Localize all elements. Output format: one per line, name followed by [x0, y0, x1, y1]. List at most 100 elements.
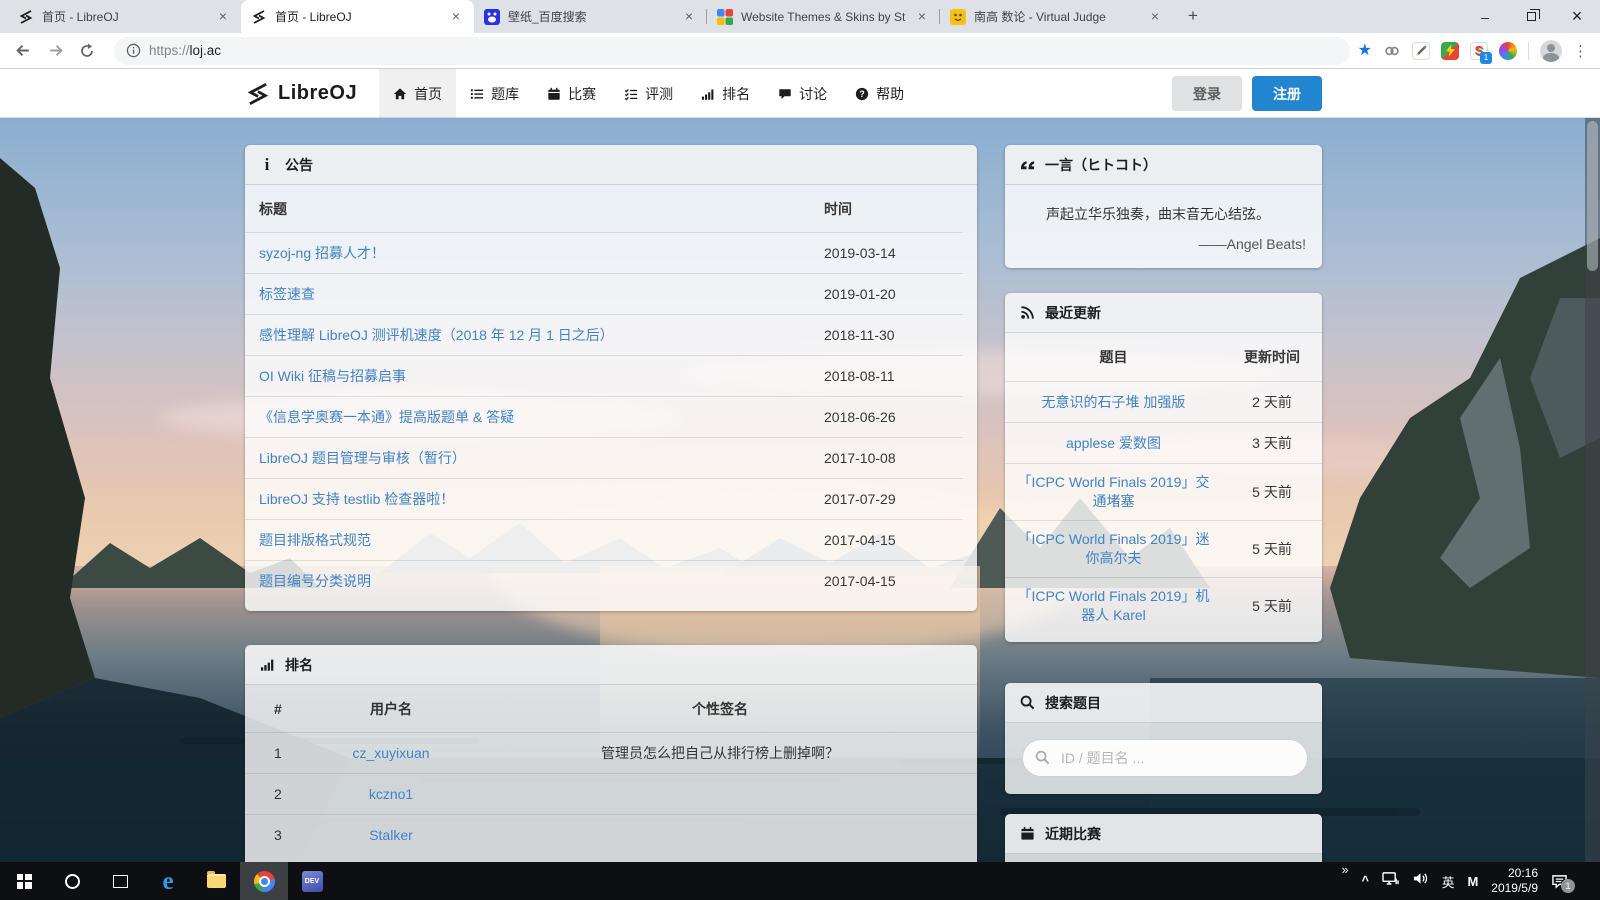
announcement-link[interactable]: LibreOJ 支持 testlib 检查器啦！	[245, 489, 824, 509]
announcement-link[interactable]: 《信息学奥赛一本通》提高版题单 & 答疑	[245, 407, 824, 427]
search-input-icon	[1035, 750, 1050, 768]
problem-link[interactable]: 「ICPC World Finals 2019」交通堵塞	[1005, 473, 1222, 511]
tab-close-icon[interactable]: ×	[448, 9, 464, 25]
tab-baidu[interactable]: 壁纸_百度搜索 ×	[474, 0, 707, 33]
nav-item-contests[interactable]: 比赛	[533, 69, 610, 118]
extension-lightning-icon[interactable]	[1441, 42, 1459, 60]
tab-libreoj-2-active[interactable]: 首页 - LibreOJ ×	[241, 0, 474, 33]
nav-item-judge[interactable]: 评测	[610, 69, 687, 118]
nav-label: 帮助	[876, 84, 904, 104]
hitokoto-panel: 一言（ヒトコト） 声起立华乐独奏，曲末音无心结弦。 ——Angel Beats!	[1005, 145, 1322, 268]
nav-item-ranking[interactable]: 排名	[687, 69, 764, 118]
tab-close-icon[interactable]: ×	[681, 9, 697, 25]
nav-item-problems[interactable]: 题库	[456, 69, 533, 118]
extension-stylish-icon[interactable]: S 1	[1470, 42, 1488, 60]
page-scrollbar[interactable]	[1585, 118, 1600, 862]
announcement-link[interactable]: syzoj-ng 招募人才！	[245, 243, 824, 263]
taskbar-clock[interactable]: 20:16 2019/5/9	[1491, 866, 1538, 896]
recent-row: 「ICPC World Finals 2019」交通堵塞 5 天前	[1005, 463, 1322, 520]
username-link[interactable]: kczno1	[319, 786, 463, 802]
reload-button[interactable]	[74, 38, 100, 64]
register-button[interactable]: 注册	[1252, 76, 1322, 111]
login-button[interactable]: 登录	[1172, 76, 1242, 111]
windows-taskbar: e DEV » ^ 英 M 20:16 2019/5/9 1	[0, 862, 1600, 900]
minimize-button[interactable]: –	[1462, 0, 1508, 33]
restore-button[interactable]	[1508, 0, 1554, 33]
tab-stylish[interactable]: Website Themes & Skins by St ×	[707, 0, 940, 33]
bookmark-star-icon[interactable]: ★	[1358, 43, 1372, 59]
edge-icon: e	[162, 869, 173, 894]
announcement-link[interactable]: OI Wiki 征稿与招募启事	[245, 366, 824, 386]
update-time: 5 天前	[1222, 596, 1322, 616]
ime-language-indicator[interactable]: 英	[1442, 872, 1455, 891]
problem-link[interactable]: 「ICPC World Finals 2019」机器人 Karel	[1005, 587, 1222, 625]
ime-mode-indicator[interactable]: M	[1467, 874, 1478, 889]
recent-row: 无意识的石子堆 加强版 2 天前	[1005, 381, 1322, 422]
libreoj-favicon	[18, 9, 34, 25]
cortana-search-button[interactable]	[48, 862, 96, 900]
nav-item-home[interactable]: 首页	[379, 69, 456, 118]
network-icon[interactable]	[1382, 871, 1399, 891]
search-body	[1005, 723, 1322, 794]
nav-item-discuss[interactable]: 讨论	[764, 69, 841, 118]
column-problem: 题目	[1005, 348, 1222, 367]
tab-libreoj-1[interactable]: 首页 - LibreOJ ×	[8, 0, 241, 33]
windows-logo-icon	[17, 874, 32, 889]
problem-search-input[interactable]	[1022, 739, 1308, 777]
devcpp-taskbar-button[interactable]: DEV	[288, 862, 336, 900]
announcement-row: 题目编号分类说明 2017-04-15	[245, 560, 963, 601]
show-hidden-icons[interactable]: ^	[1362, 874, 1369, 888]
announcements-body: 标题 时间 syzoj-ng 招募人才！ 2019-03-14 标签速查 201…	[245, 185, 977, 611]
chrome-menu-icon[interactable]: ⋮	[1573, 42, 1588, 60]
announcement-link[interactable]: 题目排版格式规范	[245, 530, 824, 550]
extension-pen-icon[interactable]	[1412, 42, 1430, 60]
tab-vjudge[interactable]: 南高 数论 - Virtual Judge ×	[940, 0, 1173, 33]
extension-onetab-icon[interactable]	[1383, 42, 1401, 60]
start-button[interactable]	[0, 862, 48, 900]
announcement-row: 标签速查 2019-01-20	[245, 273, 963, 314]
new-tab-button[interactable]: +	[1179, 3, 1207, 31]
extension-pinwheel-icon[interactable]	[1499, 42, 1517, 60]
libreoj-logo[interactable]: LibreOJ	[245, 81, 357, 107]
problem-link[interactable]: 无意识的石子堆 加强版	[1005, 393, 1222, 412]
action-center-button[interactable]: 1	[1551, 874, 1568, 889]
announcement-time: 2019-01-20	[824, 286, 963, 302]
nav-item-help[interactable]: ? 帮助	[841, 69, 918, 118]
tab-close-icon[interactable]: ×	[215, 9, 231, 25]
scrollbar-thumb[interactable]	[1587, 121, 1598, 271]
announcement-link[interactable]: 感性理解 LibreOJ 测评机速度（2018 年 12 月 1 日之后）	[245, 325, 824, 345]
volume-icon[interactable]	[1412, 871, 1429, 891]
task-view-button[interactable]	[96, 862, 144, 900]
announcement-row: 题目排版格式规范 2017-04-15	[245, 519, 963, 560]
tab-title: 首页 - LibreOJ	[42, 8, 207, 25]
tray-overflow-icon[interactable]: »	[1342, 862, 1349, 878]
url-scheme: https://	[149, 43, 190, 58]
announcement-link[interactable]: LibreOJ 题目管理与审核（暂行）	[245, 448, 824, 468]
announcement-link[interactable]: 题目编号分类说明	[245, 571, 824, 591]
announcement-link[interactable]: 标签速查	[245, 284, 824, 304]
ranking-column-headers: # 用户名 个性签名	[245, 685, 977, 732]
username-link[interactable]: Stalker	[319, 827, 463, 843]
forward-icon	[47, 42, 64, 59]
address-bar[interactable]: https://loj.ac	[114, 37, 1350, 65]
problem-link[interactable]: applese 爱数图	[1005, 434, 1222, 453]
search-icon	[1019, 695, 1035, 710]
announcement-time: 2017-04-15	[824, 573, 963, 589]
profile-avatar[interactable]	[1540, 40, 1562, 62]
edge-taskbar-button[interactable]: e	[144, 862, 192, 900]
stylish-favicon	[717, 9, 733, 25]
file-explorer-button[interactable]	[192, 862, 240, 900]
back-button[interactable]	[10, 38, 36, 64]
page-info-icon[interactable]	[126, 43, 141, 58]
panel-title: 公告	[285, 155, 313, 175]
forward-button[interactable]	[42, 38, 68, 64]
tab-title: 首页 - LibreOJ	[275, 8, 440, 25]
username-link[interactable]: cz_xuyixuan	[319, 745, 463, 761]
problem-link[interactable]: 「ICPC World Finals 2019」迷你高尔夫	[1005, 530, 1222, 568]
tab-close-icon[interactable]: ×	[914, 9, 930, 25]
upcoming-contests-body	[1005, 854, 1322, 862]
recent-updates-header: 最近更新	[1005, 293, 1322, 333]
close-window-button[interactable]: ×	[1554, 0, 1600, 33]
tab-close-icon[interactable]: ×	[1147, 9, 1163, 25]
chrome-taskbar-button[interactable]	[240, 862, 288, 900]
